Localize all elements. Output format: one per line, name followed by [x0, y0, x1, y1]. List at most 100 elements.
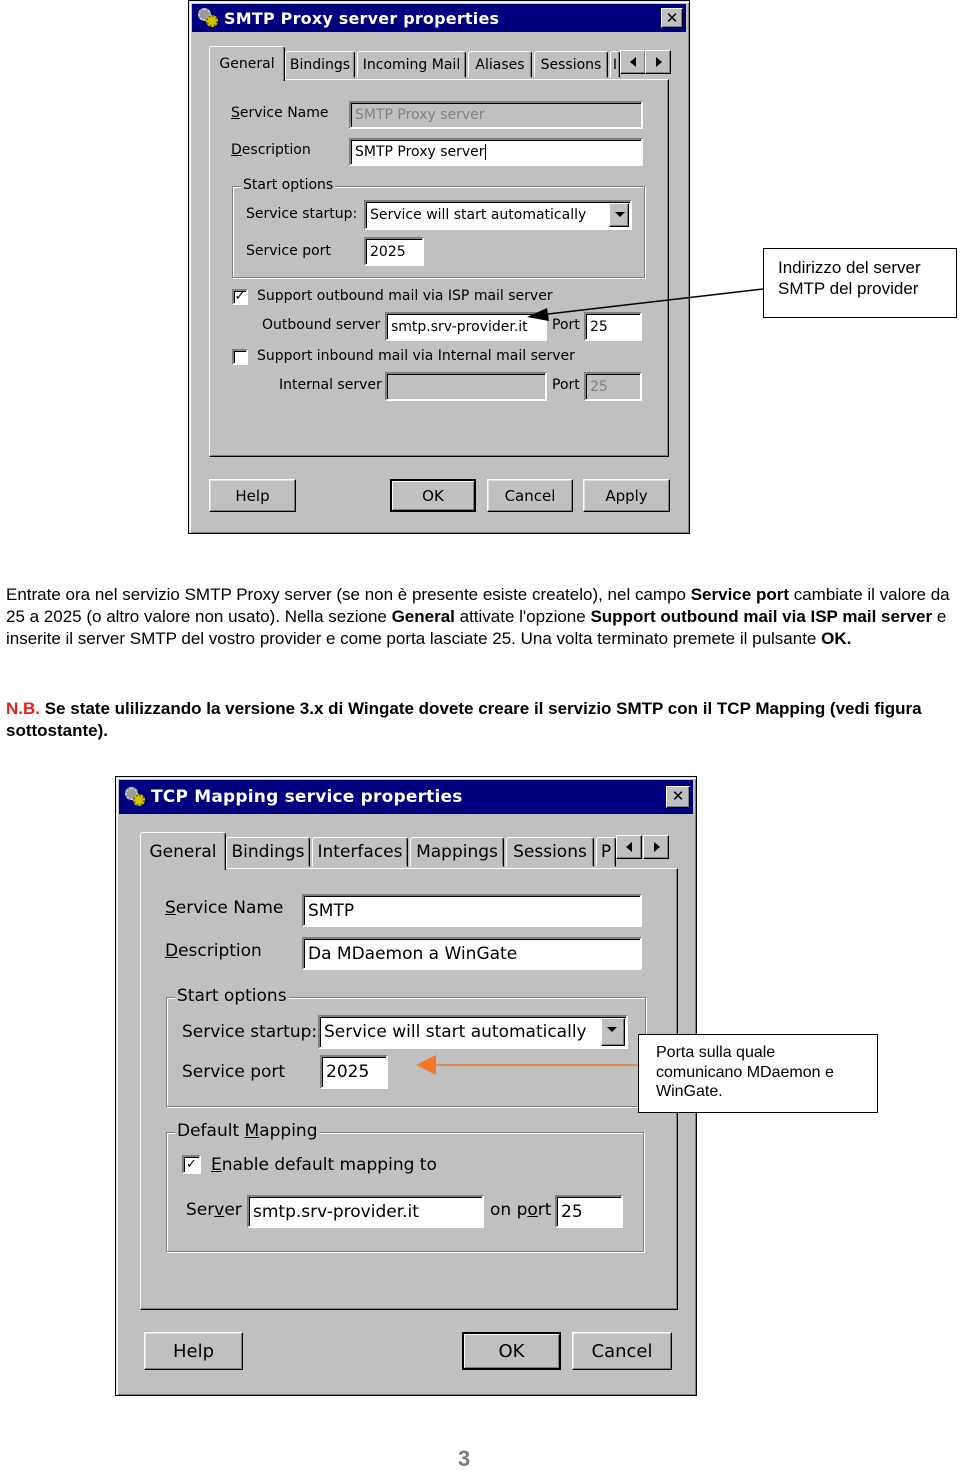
tab-general[interactable]: General — [140, 832, 226, 870]
inbound-checkbox-label: Support inbound mail via Internal mail s… — [257, 348, 575, 364]
button-label: Help — [172, 1340, 215, 1362]
description-input[interactable]: SMTP Proxy server — [349, 138, 643, 166]
internal-server-input[interactable] — [385, 372, 547, 401]
tab-bindings[interactable]: Bindings — [285, 51, 355, 78]
outbound-server-input[interactable]: smtp.srv-provider.it — [385, 312, 547, 341]
button-label: Cancel — [591, 1340, 653, 1362]
field-value: 25 — [561, 1201, 583, 1222]
dialog-title: TCP Mapping service properties — [151, 787, 463, 807]
service-startup-select[interactable]: Service will start automatically — [318, 1015, 628, 1049]
tab-partial[interactable]: P — [596, 837, 616, 867]
callout-server-address: Indirizzo del server SMTP del provider — [763, 248, 957, 318]
cancel-button[interactable]: Cancel — [487, 479, 573, 512]
checkmark-icon: ✓ — [234, 289, 246, 304]
help-button[interactable]: Help — [144, 1332, 243, 1370]
note-paragraph: N.B. Se state ulilizzando la versione 3.… — [6, 698, 956, 742]
tab-label: Aliases — [475, 56, 525, 73]
page-number: 3 — [458, 1446, 471, 1471]
tab-label: Incoming Mail — [362, 56, 461, 73]
tab-interfaces[interactable]: Interfaces — [312, 837, 408, 867]
bold-text: OK. — [821, 629, 852, 648]
button-label: Help — [235, 486, 270, 505]
service-name-input[interactable]: SMTP Proxy server — [349, 101, 643, 129]
outbound-server-label: Outbound server — [262, 317, 381, 333]
tab-mappings[interactable]: Mappings — [410, 837, 504, 867]
text-run: Entrate ora nel servizio SMTP Proxy serv… — [6, 585, 691, 604]
nb-label: N.B. — [6, 699, 40, 718]
bold-text: Service port — [690, 585, 789, 604]
service-startup-label: Service startup: — [182, 1022, 318, 1042]
ok-button[interactable]: OK — [462, 1332, 561, 1370]
button-label: OK — [422, 486, 444, 505]
tab-sessions[interactable]: Sessions — [506, 837, 594, 867]
apply-button[interactable]: Apply — [583, 479, 670, 512]
start-options-group: Start options — [166, 986, 646, 1107]
service-startup-label: Service startup: — [246, 206, 358, 222]
outbound-port-input[interactable]: 25 — [584, 312, 642, 341]
tab-label: General — [149, 841, 217, 862]
server-input[interactable]: smtp.srv-provider.it — [247, 1195, 484, 1228]
callout-port-info: Porta sulla quale comunicano MDaemon e W… — [638, 1034, 878, 1113]
internal-port-label: Port — [552, 377, 580, 393]
select-value: Service will start automatically — [370, 207, 587, 223]
close-button[interactable]: ✕ — [666, 786, 690, 808]
instruction-paragraph: Entrate ora nel servizio SMTP Proxy serv… — [6, 584, 956, 650]
tab-label: Sessions — [513, 842, 587, 862]
tab-partial[interactable]: I — [610, 51, 620, 78]
button-label: Apply — [605, 486, 648, 505]
ok-button[interactable]: OK — [390, 479, 476, 512]
default-mapping-group: Default Mapping — [166, 1121, 644, 1252]
tab-bindings[interactable]: Bindings — [226, 837, 310, 867]
chevron-down-icon[interactable] — [609, 203, 629, 227]
field-value: 25 — [590, 378, 608, 395]
chevron-down-icon[interactable] — [601, 1018, 625, 1046]
tab-scroll-left-button[interactable] — [620, 50, 646, 74]
tab-scroll-left-button[interactable] — [616, 835, 642, 859]
service-startup-select[interactable]: Service will start automatically — [364, 200, 632, 230]
callout-line: Indirizzo del server — [778, 258, 921, 277]
tab-scroll-right-button[interactable] — [643, 835, 669, 859]
dialog-titlebar: TCP Mapping service properties ✕ — [119, 780, 693, 814]
cancel-button[interactable]: Cancel — [572, 1332, 672, 1370]
on-port-label: on port — [490, 1200, 552, 1220]
on-port-input[interactable]: 25 — [555, 1195, 623, 1228]
callout-line: comunicano MDaemon e — [656, 1063, 834, 1081]
tab-label: General — [219, 56, 275, 72]
tab-label: Sessions — [540, 56, 602, 73]
callout-line: WinGate. — [656, 1083, 723, 1100]
help-button[interactable]: Help — [209, 479, 296, 512]
close-icon: ✕ — [665, 9, 679, 27]
field-value: 2025 — [326, 1062, 370, 1082]
service-port-input[interactable]: 2025 — [320, 1055, 388, 1089]
service-port-label: Service port — [182, 1062, 286, 1082]
gears-icon — [123, 786, 147, 808]
enable-mapping-label: Enable default mapping to — [211, 1155, 437, 1175]
field-value: Da MDaemon a WinGate — [308, 943, 518, 964]
tab-sessions[interactable]: Sessions — [534, 51, 608, 78]
service-port-input[interactable]: 2025 — [364, 237, 424, 266]
inbound-checkbox[interactable] — [232, 349, 248, 365]
service-name-input[interactable]: SMTP — [302, 894, 642, 927]
tab-aliases[interactable]: Aliases — [468, 51, 532, 78]
description-label: Description — [165, 941, 262, 961]
nb-text: Se state ulilizzando la versione 3.x di … — [6, 699, 922, 740]
internal-port-input[interactable]: 25 — [584, 372, 642, 401]
button-label: OK — [498, 1340, 525, 1362]
description-label: Description — [231, 142, 311, 158]
callout-line: SMTP del provider — [778, 279, 919, 298]
tab-label: Bindings — [231, 842, 305, 862]
tab-general[interactable]: General — [209, 46, 285, 81]
tab-scroll-right-button[interactable] — [645, 50, 671, 74]
service-name-label: Service Name — [165, 898, 284, 918]
field-value: SMTP — [308, 900, 355, 921]
description-input[interactable]: Da MDaemon a WinGate — [302, 937, 642, 970]
enable-mapping-checkbox[interactable]: ✓ — [182, 1155, 201, 1174]
tab-incoming-mail[interactable]: Incoming Mail — [357, 51, 466, 78]
smtp-proxy-dialog: SMTP Proxy server properties ✕ General B… — [188, 0, 690, 534]
close-button[interactable]: ✕ — [661, 8, 683, 28]
outbound-checkbox[interactable]: ✓ — [232, 289, 248, 305]
close-icon: ✕ — [671, 787, 685, 805]
tcp-mapping-dialog: TCP Mapping service properties ✕ General… — [115, 776, 697, 1396]
bold-text: General — [391, 607, 455, 626]
text-run: attivate l'opzione — [454, 607, 591, 626]
